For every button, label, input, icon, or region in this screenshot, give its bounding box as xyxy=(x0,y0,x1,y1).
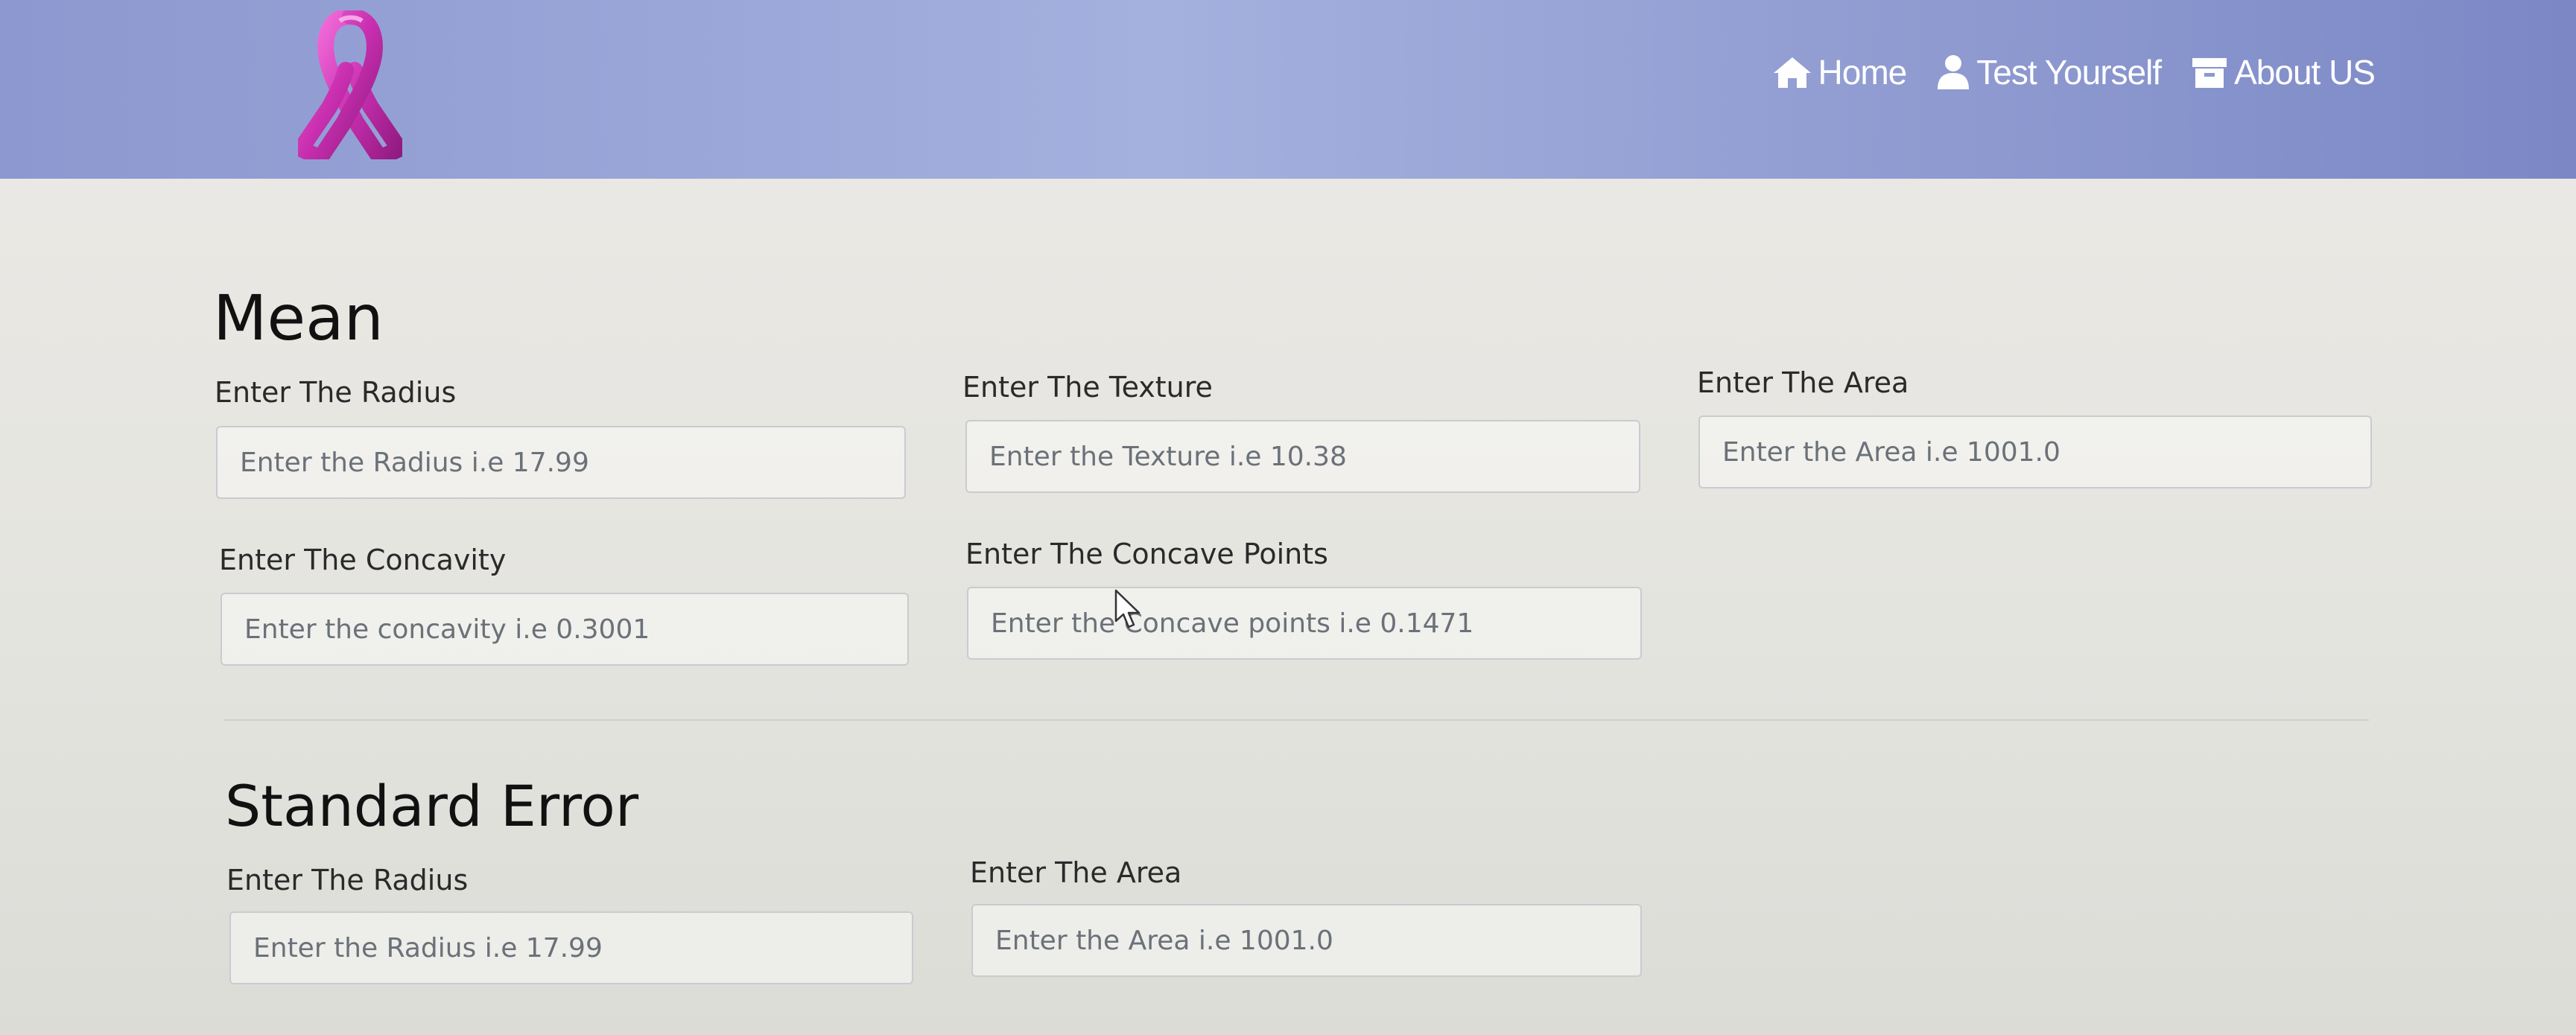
mean-concave-points-input[interactable] xyxy=(967,587,1642,660)
se-radius-input[interactable] xyxy=(229,911,913,984)
nav-about-us[interactable]: About US xyxy=(2191,52,2376,92)
se-area-label: Enter The Area xyxy=(970,856,1182,889)
mean-area-label: Enter The Area xyxy=(1697,366,1909,399)
nav-home[interactable]: Home xyxy=(1772,52,1907,92)
section-divider xyxy=(223,719,2369,721)
navbar: Home Test Yourself About US xyxy=(0,0,2576,179)
mean-texture-input[interactable] xyxy=(965,420,1640,493)
nav-menu: Home Test Yourself About US xyxy=(1772,52,2376,92)
mean-radius-input[interactable] xyxy=(216,426,906,499)
mean-concave-points-label: Enter The Concave Points xyxy=(965,538,1328,570)
mean-area-input[interactable] xyxy=(1698,415,2372,488)
mean-radius-label: Enter The Radius xyxy=(215,376,457,409)
nav-test-yourself-label: Test Yourself xyxy=(1976,53,2162,92)
mean-concavity-input[interactable] xyxy=(221,593,909,666)
page: Home Test Yourself About US Mean Enter T… xyxy=(0,0,2576,1035)
nav-home-label: Home xyxy=(1818,53,1908,92)
se-area-input[interactable] xyxy=(971,904,1642,977)
standard-error-section-title: Standard Error xyxy=(225,773,639,839)
se-radius-label: Enter The Radius xyxy=(226,864,469,897)
mean-section-title: Mean xyxy=(213,281,384,354)
mean-texture-label: Enter The Texture xyxy=(962,371,1213,404)
user-icon xyxy=(1936,54,1970,91)
mean-concavity-label: Enter The Concavity xyxy=(219,544,507,576)
archive-box-icon xyxy=(2191,55,2228,89)
home-icon xyxy=(1772,55,1812,89)
nav-about-us-label: About US xyxy=(2234,53,2376,92)
mouse-pointer-icon xyxy=(1114,588,1143,637)
nav-test-yourself[interactable]: Test Yourself xyxy=(1936,52,2162,92)
pink-ribbon-icon[interactable] xyxy=(288,8,412,168)
